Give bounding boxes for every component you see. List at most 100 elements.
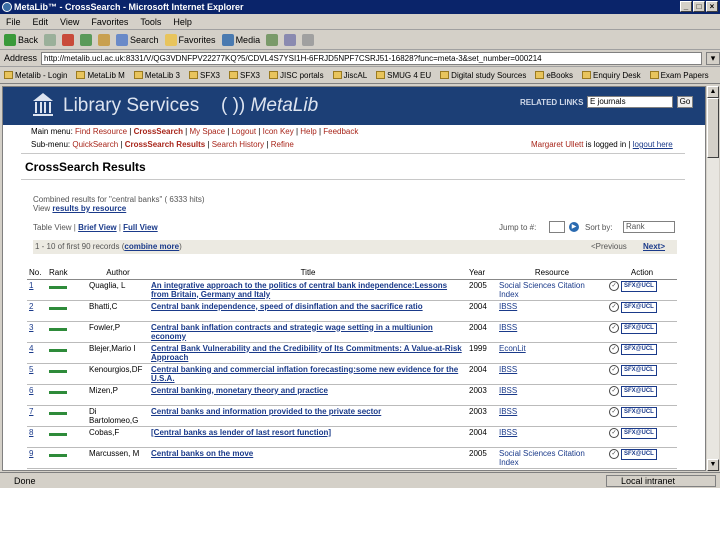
record-title[interactable]: Central banks and information provided t… — [149, 405, 467, 427]
record-title[interactable]: [Central banks as lender of last resort … — [149, 426, 467, 448]
link-item[interactable]: SFX3 — [229, 71, 260, 80]
close-button[interactable]: × — [706, 1, 718, 12]
related-links-select[interactable]: E journals — [587, 96, 673, 108]
sfx-ucl-button[interactable]: SFX@UCL — [621, 427, 657, 439]
link-item[interactable]: JISC portals — [269, 71, 324, 80]
link-item[interactable]: JiscAL — [332, 71, 367, 80]
record-resource[interactable]: IBSS — [497, 321, 607, 343]
link-item[interactable]: MetaLib 3 — [133, 71, 180, 80]
save-record-icon[interactable]: ✓ — [609, 302, 619, 312]
record-resource[interactable]: Social Sciences Citation Index — [497, 447, 607, 469]
results-by-resource-link[interactable]: results by resource — [52, 204, 126, 213]
nav-my-space[interactable]: My Space — [189, 127, 225, 136]
record-resource[interactable]: IBSS — [497, 363, 607, 385]
history-button[interactable] — [266, 33, 279, 46]
menu-help[interactable]: Help — [173, 17, 192, 27]
record-number[interactable]: 2 — [27, 300, 47, 322]
save-record-icon[interactable]: ✓ — [609, 365, 619, 375]
menu-tools[interactable]: Tools — [140, 17, 161, 27]
nav-logout[interactable]: Logout — [232, 127, 256, 136]
nav-refine[interactable]: Refine — [271, 140, 294, 149]
link-item[interactable]: SMUG 4 EU — [376, 71, 431, 80]
record-title[interactable]: An integrative approach to the politics … — [149, 279, 467, 301]
link-item[interactable]: Enquiry Desk — [582, 71, 641, 80]
next-link[interactable]: Next> — [643, 240, 665, 254]
save-record-icon[interactable]: ✓ — [609, 407, 619, 417]
favorites-button[interactable]: Favorites — [164, 33, 216, 46]
previous-link[interactable]: <Previous — [591, 240, 627, 254]
sfx-ucl-button[interactable]: SFX@UCL — [621, 385, 657, 397]
record-number[interactable]: 8 — [27, 426, 47, 448]
address-input[interactable]: http://metalib.ucl.ac.uk:8331/V/QG3VDNFP… — [41, 51, 702, 65]
nav-find-resource[interactable]: Find Resource — [75, 127, 127, 136]
nav-icon-key[interactable]: Icon Key — [263, 127, 294, 136]
record-title[interactable]: Central banks on the move — [149, 447, 467, 469]
minimize-button[interactable]: _ — [680, 1, 692, 12]
record-resource[interactable]: IBSS — [497, 426, 607, 448]
record-title[interactable]: Central bank inflation contracts and str… — [149, 321, 467, 343]
full-view-link[interactable]: Full View — [123, 223, 158, 232]
record-number[interactable]: 7 — [27, 405, 47, 427]
menu-view[interactable]: View — [60, 17, 79, 27]
save-record-icon[interactable]: ✓ — [609, 323, 619, 333]
maximize-button[interactable]: □ — [693, 1, 705, 12]
record-resource[interactable]: IBSS — [497, 384, 607, 406]
record-number[interactable]: 4 — [27, 342, 47, 364]
nav-search-history[interactable]: Search History — [212, 140, 264, 149]
menu-edit[interactable]: Edit — [33, 17, 49, 27]
link-item[interactable]: MetaLib M — [76, 71, 125, 80]
nav-feedback[interactable]: Feedback — [323, 127, 358, 136]
record-number[interactable]: 6 — [27, 384, 47, 406]
menu-favorites[interactable]: Favorites — [91, 17, 128, 27]
media-button[interactable]: Media — [221, 33, 260, 46]
record-title[interactable]: Central banking and commercial inflation… — [149, 363, 467, 385]
search-button[interactable]: Search — [116, 33, 159, 46]
record-resource[interactable]: IBSS — [497, 405, 607, 427]
save-record-icon[interactable]: ✓ — [609, 386, 619, 396]
column-header[interactable]: Rank — [47, 267, 87, 280]
record-number[interactable]: 5 — [27, 363, 47, 385]
save-record-icon[interactable]: ✓ — [609, 449, 619, 459]
record-resource[interactable]: Social Sciences Citation Index — [497, 279, 607, 301]
nav-crosssearch-results[interactable]: CrossSearch Results — [125, 140, 205, 149]
save-record-icon[interactable]: ✓ — [609, 428, 619, 438]
back-button[interactable]: Back — [4, 33, 38, 46]
menu-file[interactable]: File — [6, 17, 21, 27]
record-number[interactable]: 9 — [27, 447, 47, 469]
record-title[interactable]: Central banking, monetary theory and pra… — [149, 384, 467, 406]
logout-link[interactable]: logout here — [633, 140, 673, 149]
sort-select[interactable]: Rank — [623, 221, 675, 233]
related-go-button[interactable]: Go — [677, 96, 693, 108]
record-number[interactable]: 1 — [27, 279, 47, 301]
home-button[interactable] — [98, 33, 111, 46]
brief-view-link[interactable]: Brief View — [78, 223, 117, 232]
link-item[interactable]: Metalib - Login — [4, 71, 67, 80]
stop-button[interactable] — [62, 33, 75, 46]
link-item[interactable]: SFX3 — [188, 71, 220, 80]
column-header[interactable]: No. — [27, 267, 47, 280]
address-go-button[interactable]: ▾ — [706, 51, 720, 65]
column-header[interactable]: Year — [467, 267, 497, 280]
jump-input[interactable] — [549, 221, 565, 233]
record-resource[interactable]: IBSS — [497, 300, 607, 322]
nav-quicksearch[interactable]: QuickSearch — [72, 140, 118, 149]
save-record-icon[interactable]: ✓ — [609, 344, 619, 354]
forward-button[interactable] — [44, 33, 57, 46]
sfx-ucl-button[interactable]: SFX@UCL — [621, 364, 657, 376]
sfx-ucl-button[interactable]: SFX@UCL — [621, 280, 657, 292]
vertical-scrollbar[interactable]: ▲ ▼ — [707, 86, 719, 471]
record-title[interactable]: Central bank independence, speed of disi… — [149, 300, 467, 322]
column-header[interactable]: Resource — [497, 267, 607, 280]
combine-more-link[interactable]: combine more — [124, 242, 179, 251]
sfx-ucl-button[interactable]: SFX@UCL — [621, 322, 657, 334]
nav-crosssearch[interactable]: CrossSearch — [134, 127, 183, 136]
scroll-down-arrow[interactable]: ▼ — [707, 459, 719, 471]
save-record-icon[interactable]: ✓ — [609, 281, 619, 291]
nav-help[interactable]: Help — [300, 127, 316, 136]
link-item[interactable]: Exam Papers — [649, 71, 709, 80]
link-item[interactable]: Digital study Sources — [440, 71, 526, 80]
link-item[interactable]: eBooks — [535, 71, 573, 80]
print-button[interactable] — [302, 33, 315, 46]
scroll-thumb[interactable] — [707, 98, 719, 158]
sfx-ucl-button[interactable]: SFX@UCL — [621, 301, 657, 313]
